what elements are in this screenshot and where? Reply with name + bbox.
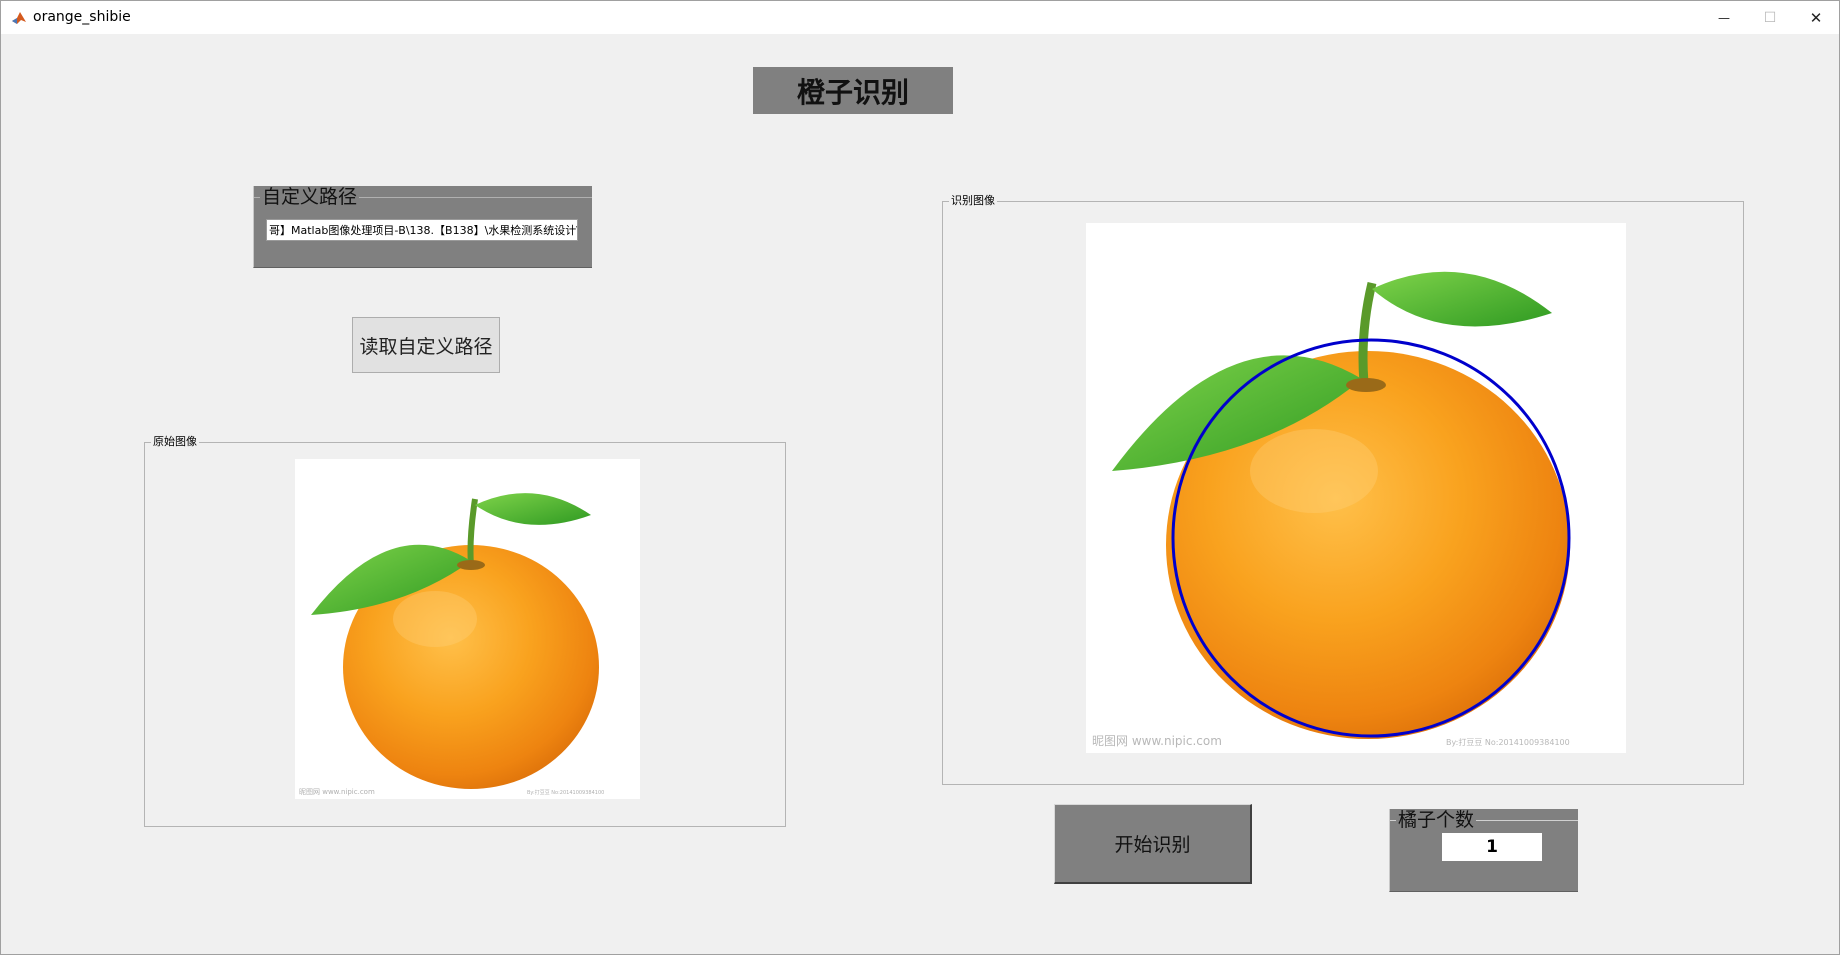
window-title: orange_shibie	[33, 9, 131, 25]
figure-client-area: 橙子识别 自定义路径 哥】Matlab图像处理项目-B\138.【B138】\水…	[1, 34, 1839, 952]
watermark-right: By:打豆豆 No:20141009384100	[527, 789, 604, 796]
watermark-right: By:打豆豆 No:20141009384100	[1446, 737, 1570, 747]
original-image-caption: 原始图像	[151, 434, 199, 450]
orange-count-panel: 橘子个数 1	[1389, 809, 1578, 892]
page-title: 橙子识别	[753, 67, 953, 114]
minimize-button[interactable]: —	[1701, 1, 1747, 34]
original-image-frame: 原始图像 昵图网 www.nipic.com By:打豆豆 No:2014100…	[144, 434, 786, 827]
minimize-icon: —	[1718, 10, 1730, 25]
recognized-image-frame: 识别图像 昵图网 www.nipic.com By:打豆豆 No:2014100…	[942, 193, 1744, 785]
original-image: 昵图网 www.nipic.com By:打豆豆 No:201410093841…	[295, 459, 640, 799]
app-window: orange_shibie — ☐ ✕ 橙子识别 自定义路径 哥】Matlab图…	[0, 0, 1840, 955]
maximize-icon: ☐	[1763, 9, 1777, 26]
close-button[interactable]: ✕	[1793, 1, 1839, 34]
watermark-left: 昵图网 www.nipic.com	[1092, 734, 1222, 748]
recognized-image: 昵图网 www.nipic.com By:打豆豆 No:201410093841…	[1086, 223, 1626, 753]
custom-path-legend: 自定义路径	[260, 186, 360, 208]
start-recognition-button[interactable]: 开始识别	[1054, 804, 1252, 884]
custom-path-panel: 自定义路径 哥】Matlab图像处理项目-B\138.【B138】\水果检测系统…	[253, 186, 592, 268]
custom-path-input[interactable]: 哥】Matlab图像处理项目-B\138.【B138】\水果检测系统设计\c.j…	[266, 219, 578, 241]
orange-count-legend: 橘子个数	[1396, 809, 1477, 831]
close-icon: ✕	[1809, 8, 1823, 27]
matlab-icon	[12, 12, 26, 24]
recognized-image-caption: 识别图像	[949, 193, 997, 209]
read-custom-path-button[interactable]: 读取自定义路径	[352, 317, 500, 373]
watermark-left: 昵图网 www.nipic.com	[299, 788, 375, 796]
orange-count-field[interactable]: 1	[1442, 833, 1542, 861]
title-bar[interactable]: orange_shibie — ☐ ✕	[1, 1, 1839, 34]
maximize-button[interactable]: ☐	[1747, 1, 1793, 34]
